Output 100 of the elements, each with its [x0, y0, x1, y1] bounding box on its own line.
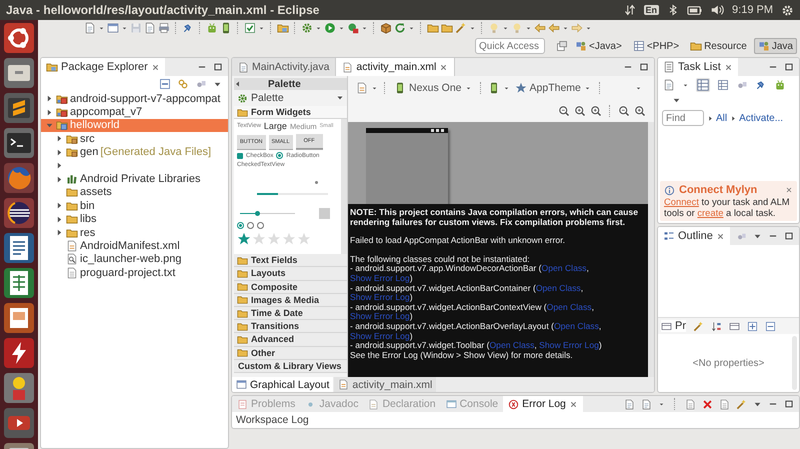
refresh-icon[interactable] — [394, 22, 406, 34]
palette-category[interactable]: Time & Date — [234, 306, 347, 320]
expand-arrow-icon[interactable] — [55, 174, 64, 184]
quick-access-field[interactable]: Quick Access — [475, 38, 545, 54]
maximize-icon[interactable] — [639, 62, 649, 72]
tree-item[interactable]: android-support-v7-appcompat — [41, 92, 228, 106]
zoom-out-icon[interactable] — [618, 105, 630, 117]
close-icon[interactable] — [724, 62, 733, 72]
expand-all-icon[interactable] — [747, 320, 758, 332]
panel-tab[interactable]: Task List — [658, 58, 738, 76]
new-file-icon[interactable] — [84, 22, 96, 34]
wand-icon[interactable] — [455, 22, 467, 34]
editor-tab[interactable]: Graphical Layout — [232, 377, 334, 392]
maximize-icon[interactable] — [784, 399, 794, 409]
sort-icon[interactable] — [711, 320, 722, 332]
bug-icon[interactable] — [347, 22, 359, 34]
app-tile-icon[interactable] — [3, 92, 35, 124]
new-window-icon[interactable] — [107, 22, 119, 34]
run-icon[interactable] — [324, 22, 336, 34]
palette-category[interactable]: Images & Media — [234, 294, 347, 307]
caret-icon[interactable] — [585, 24, 592, 32]
tree-item[interactable]: libs — [41, 212, 228, 226]
open-perspective-icon[interactable] — [556, 40, 568, 52]
drawer-icon[interactable] — [3, 57, 35, 89]
caret-icon[interactable] — [658, 400, 665, 408]
document-icon[interactable] — [3, 232, 35, 264]
find-field[interactable]: Find — [662, 110, 704, 126]
maximize-icon[interactable] — [784, 62, 794, 72]
tree-item[interactable]: gen [Generated Java Files] — [41, 146, 228, 159]
checkbox[interactable] — [237, 152, 243, 159]
editor-tab[interactable]: activity_main.xml — [334, 377, 436, 392]
collapse-all-icon[interactable] — [765, 320, 776, 332]
palette-category[interactable]: Other — [234, 346, 347, 360]
caret-icon[interactable] — [258, 24, 265, 32]
maximize-icon[interactable] — [213, 62, 223, 72]
collapse-arrow-icon[interactable] — [234, 80, 242, 88]
palette-category[interactable]: Transitions — [234, 320, 347, 334]
device-dropdown[interactable]: Nexus One — [392, 82, 474, 94]
tree-item[interactable]: appcompat_v7 — [41, 105, 228, 119]
figure-icon[interactable] — [3, 372, 35, 404]
keyboard-indicator[interactable]: En — [644, 5, 660, 15]
zoom-out-icon[interactable] — [558, 105, 570, 117]
close-icon[interactable] — [716, 232, 725, 240]
caret-icon[interactable] — [682, 82, 689, 88]
tree-item[interactable]: AndroidManifest.xml — [41, 239, 228, 253]
palette-category[interactable]: Composite — [234, 280, 347, 294]
categorized-icon[interactable] — [696, 78, 710, 92]
zoom-in-icon[interactable] — [634, 105, 646, 117]
perspective-button[interactable]: Resource — [686, 38, 751, 54]
close-icon[interactable] — [785, 186, 793, 194]
expand-arrow-icon[interactable] — [55, 214, 64, 224]
caret-icon[interactable] — [121, 24, 128, 32]
palette-category[interactable]: Text Fields — [234, 254, 347, 268]
zoom-in-icon[interactable] — [574, 105, 586, 117]
scheduled-icon[interactable] — [717, 79, 729, 91]
arrow-left-icon[interactable] — [534, 22, 546, 34]
terminal-icon[interactable] — [3, 127, 35, 159]
filter-icon[interactable] — [729, 320, 740, 332]
config-icon[interactable] — [356, 82, 368, 94]
scrollbar[interactable] — [792, 336, 797, 390]
palette-category[interactable]: Advanced — [234, 333, 347, 346]
settings-icon[interactable] — [781, 4, 794, 16]
tree-item[interactable]: src — [41, 132, 228, 146]
checkbox-icon[interactable] — [244, 22, 256, 34]
caret-icon[interactable] — [408, 24, 415, 32]
caret-icon[interactable] — [371, 84, 378, 92]
expand-arrow-icon[interactable] — [55, 134, 64, 144]
expand-arrow-icon[interactable] — [45, 94, 54, 104]
panel-tab[interactable]: Package Explorer — [41, 58, 165, 76]
caret-icon[interactable] — [469, 24, 476, 32]
expand-arrow-icon[interactable] — [55, 201, 64, 210]
expand-arrow-icon[interactable] — [55, 148, 64, 157]
arrow-left-icon[interactable] — [548, 22, 560, 34]
phone-icon[interactable] — [220, 22, 232, 34]
caret-icon[interactable] — [338, 24, 345, 32]
caret-icon[interactable] — [361, 24, 368, 32]
package-icon[interactable] — [277, 22, 289, 34]
caret-icon[interactable] — [315, 24, 322, 32]
close-icon[interactable] — [150, 62, 160, 72]
bluetooth-icon[interactable] — [667, 4, 680, 16]
tree-item[interactable]: ic_launcher-web.png — [41, 252, 228, 266]
globe-icon[interactable] — [3, 162, 35, 194]
circle-logo-icon[interactable] — [3, 22, 35, 54]
expand-arrow-icon[interactable] — [55, 161, 64, 170]
folder-icon[interactable] — [441, 22, 453, 34]
caret-icon[interactable] — [502, 84, 510, 92]
tree-item[interactable]: assets — [41, 186, 228, 200]
expand-arrow-icon[interactable] — [55, 228, 64, 238]
tree-item[interactable]: bin — [41, 199, 228, 213]
palette-category[interactable]: Form Widgets — [234, 106, 347, 120]
tree-item[interactable]: res — [41, 226, 228, 240]
perspective-button[interactable]: <PHP> — [628, 38, 684, 54]
box-icon[interactable] — [380, 22, 392, 34]
printer-icon[interactable] — [158, 22, 170, 34]
panel-tab[interactable]: Outline — [658, 227, 730, 245]
radio-button[interactable] — [257, 222, 264, 230]
editor-tab[interactable]: activity_main.xml — [336, 58, 456, 76]
panel-tab[interactable]: Error Log — [503, 396, 583, 412]
collapse-all-icon[interactable] — [159, 78, 171, 90]
caret-icon[interactable] — [562, 24, 569, 32]
